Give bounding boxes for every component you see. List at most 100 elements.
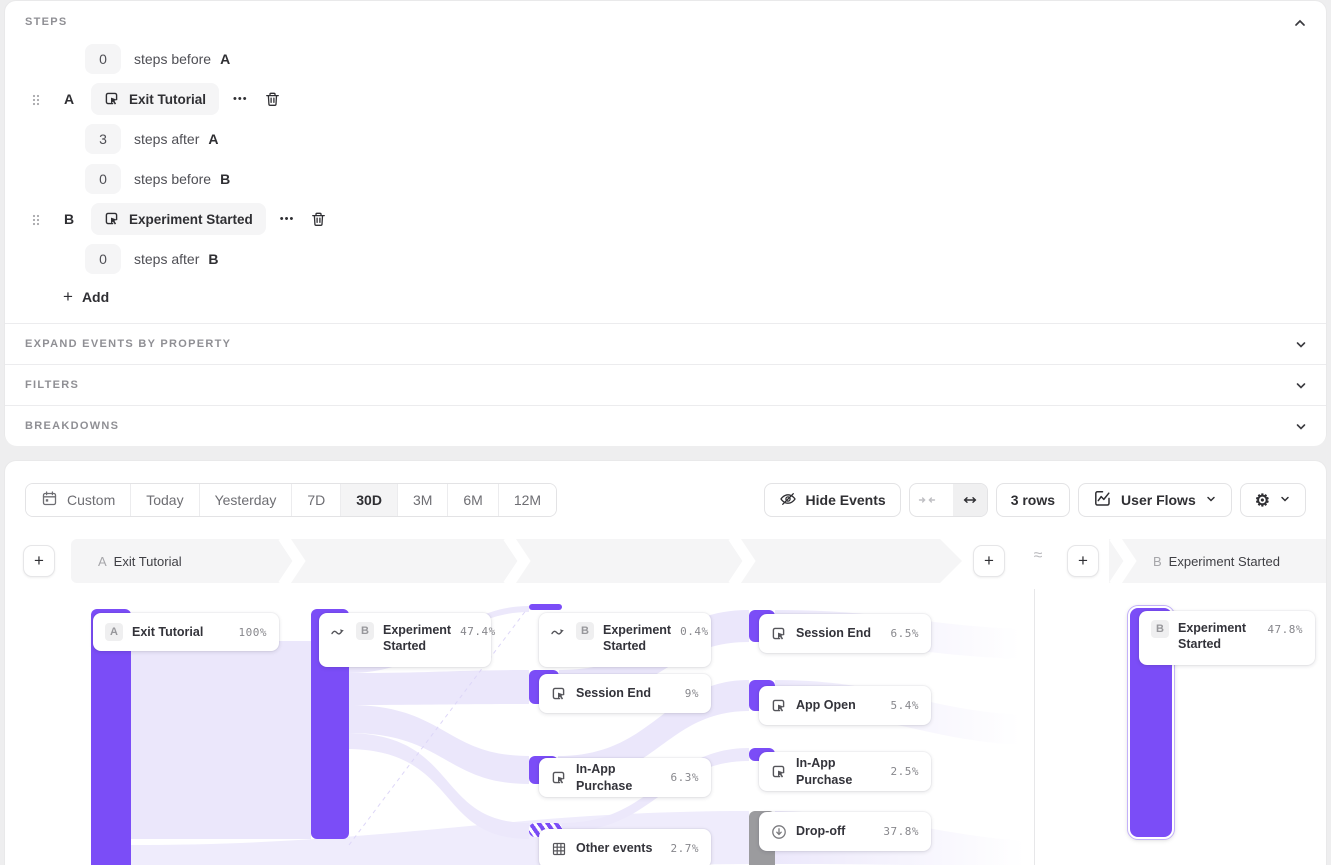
date-range-12m[interactable]: 12M	[498, 484, 556, 516]
step-badge: B	[576, 622, 594, 640]
steps-section-title: STEPS	[25, 16, 68, 28]
flow-node-card[interactable]: Other events 2.7%	[539, 829, 711, 865]
spacing-toggle	[909, 483, 988, 517]
steps-count-input[interactable]: 0	[85, 44, 121, 74]
flow-node-percent: 0.4%	[680, 625, 709, 638]
accordion-expand-events-by-property[interactable]: EXPAND EVENTS BY PROPERTY	[5, 323, 1326, 364]
rows-count-button[interactable]: 3 rows	[996, 483, 1070, 517]
step-letter: A	[64, 91, 76, 107]
column-letter: A	[98, 554, 107, 569]
flow-node-card[interactable]: Drop-off 37.8%	[759, 812, 931, 851]
steps-count-label: steps before	[134, 171, 211, 187]
chevron-separator-icon	[278, 539, 306, 588]
eye-off-icon	[779, 490, 797, 511]
chevron-down-icon	[1279, 492, 1291, 508]
accordion-breakdowns[interactable]: BREAKDOWNS	[5, 405, 1326, 446]
expand-columns-icon[interactable]	[953, 484, 987, 516]
drag-handle-icon[interactable]	[32, 213, 40, 225]
flow-node-bar-experiment-started-04[interactable]	[529, 604, 562, 610]
add-column-before-button[interactable]: +	[23, 545, 55, 577]
view-type-label: User Flows	[1121, 492, 1196, 508]
flow-node-card[interactable]: In-App Purchase 6.3%	[539, 758, 711, 797]
event-select-button[interactable]: Experiment Started	[91, 203, 266, 235]
add-step-button[interactable]: + Add	[63, 287, 109, 307]
flow-node-card[interactable]: B Experiment Started 47.4%	[319, 613, 491, 667]
event-select-button[interactable]: Exit Tutorial	[91, 83, 219, 115]
collapse-columns-icon[interactable]	[910, 484, 944, 516]
plus-icon: +	[34, 551, 44, 571]
date-range-custom[interactable]: Custom	[26, 484, 130, 516]
steps-count-label: steps after	[134, 251, 199, 267]
flow-node-card[interactable]: B Experiment Started 47.8%	[1139, 611, 1315, 665]
date-range-6m[interactable]: 6M	[447, 484, 497, 516]
date-range-30d[interactable]: 30D	[340, 484, 397, 516]
column-title: Experiment Started	[1169, 554, 1280, 569]
flow-node-card[interactable]: App Open 5.4%	[759, 686, 931, 725]
column-header-a[interactable]: A Exit Tutorial	[98, 539, 182, 583]
trash-icon[interactable]	[264, 91, 281, 108]
accordion-label: FILTERS	[25, 379, 79, 391]
user-flows-chart-icon	[1093, 489, 1112, 511]
approx-gap-icon: ≈	[1023, 547, 1053, 565]
flow-node-card[interactable]: B Experiment Started 0.4%	[539, 613, 711, 667]
event-pill-label: Exit Tutorial	[129, 92, 206, 107]
step-badge: A	[105, 623, 123, 641]
accordion-filters[interactable]: FILTERS	[5, 364, 1326, 405]
flow-node-name: In-App Purchase	[796, 755, 882, 788]
date-range-label: Yesterday	[215, 492, 277, 508]
add-column-after-button[interactable]: +	[973, 545, 1005, 577]
drag-handle-icon[interactable]	[32, 93, 40, 105]
hide-events-button[interactable]: Hide Events	[764, 483, 901, 517]
flow-node-percent: 2.7%	[671, 842, 700, 855]
chevron-down-icon	[1294, 420, 1308, 439]
anchor-column-band: B Experiment Started	[1109, 539, 1327, 583]
view-type-dropdown[interactable]: User Flows	[1078, 483, 1232, 517]
event-icon	[104, 91, 120, 107]
flow-node-name: Other events	[576, 840, 652, 856]
column-title: Exit Tutorial	[114, 554, 182, 569]
flow-columns-band: A Exit Tutorial	[71, 539, 962, 583]
flow-node-card[interactable]: In-App Purchase 2.5%	[759, 752, 931, 791]
more-options-icon[interactable]: •••	[233, 93, 248, 105]
step-ref-letter: B	[220, 171, 230, 187]
steps-count-input[interactable]: 0	[85, 164, 121, 194]
steps-count-input[interactable]: 0	[85, 244, 121, 274]
event-pill-label: Experiment Started	[129, 212, 253, 227]
date-range-label: Custom	[67, 492, 115, 508]
steps-count-input[interactable]: 3	[85, 124, 121, 154]
date-range-yesterday[interactable]: Yesterday	[199, 484, 292, 516]
date-range-7d[interactable]: 7D	[291, 484, 340, 516]
date-range-label: 12M	[514, 492, 541, 508]
event-icon	[551, 686, 567, 702]
chevron-up-icon[interactable]	[1292, 15, 1308, 31]
settings-dropdown[interactable]: ⚙	[1240, 483, 1306, 517]
step-ref-letter: B	[208, 251, 218, 267]
plus-icon: +	[1078, 551, 1088, 571]
add-button-label: Add	[82, 289, 109, 305]
flow-node-percent: 9%	[685, 687, 699, 700]
user-flows-report: STEPS 0 steps before A A Exit Tutorial •…	[0, 0, 1331, 865]
step-ref-letter: A	[208, 131, 218, 147]
date-range-label: Today	[146, 492, 183, 508]
flow-node-card[interactable]: Session End 6.5%	[759, 614, 931, 653]
flow-node-name: Session End	[796, 625, 871, 641]
flow-node-percent: 6.3%	[671, 771, 700, 784]
steps-before-b-row: 0 steps before B	[85, 164, 230, 194]
drop-off-icon	[771, 824, 787, 840]
date-range-today[interactable]: Today	[130, 484, 198, 516]
squiggle-arrow-icon	[331, 626, 347, 638]
chart-panel: Custom Today Yesterday 7D 30D 3M 6M 12M …	[4, 460, 1327, 865]
flow-node-card[interactable]: Session End 9%	[539, 674, 711, 713]
column-header-b[interactable]: B Experiment Started	[1153, 539, 1280, 583]
calendar-icon	[41, 490, 58, 510]
date-range-3m[interactable]: 3M	[397, 484, 447, 516]
trash-icon[interactable]	[310, 211, 327, 228]
add-column-before-anchor-button[interactable]: +	[1067, 545, 1099, 577]
steps-before-a-row: 0 steps before A	[85, 44, 230, 74]
steps-count-label: steps before	[134, 51, 211, 67]
flow-node-name: App Open	[796, 697, 856, 713]
step-letter: B	[64, 211, 76, 227]
flow-node-card[interactable]: A Exit Tutorial 100%	[93, 613, 279, 651]
chart-toolbar: Hide Events 3 rows User Flows	[764, 483, 1306, 517]
more-options-icon[interactable]: •••	[280, 213, 295, 225]
